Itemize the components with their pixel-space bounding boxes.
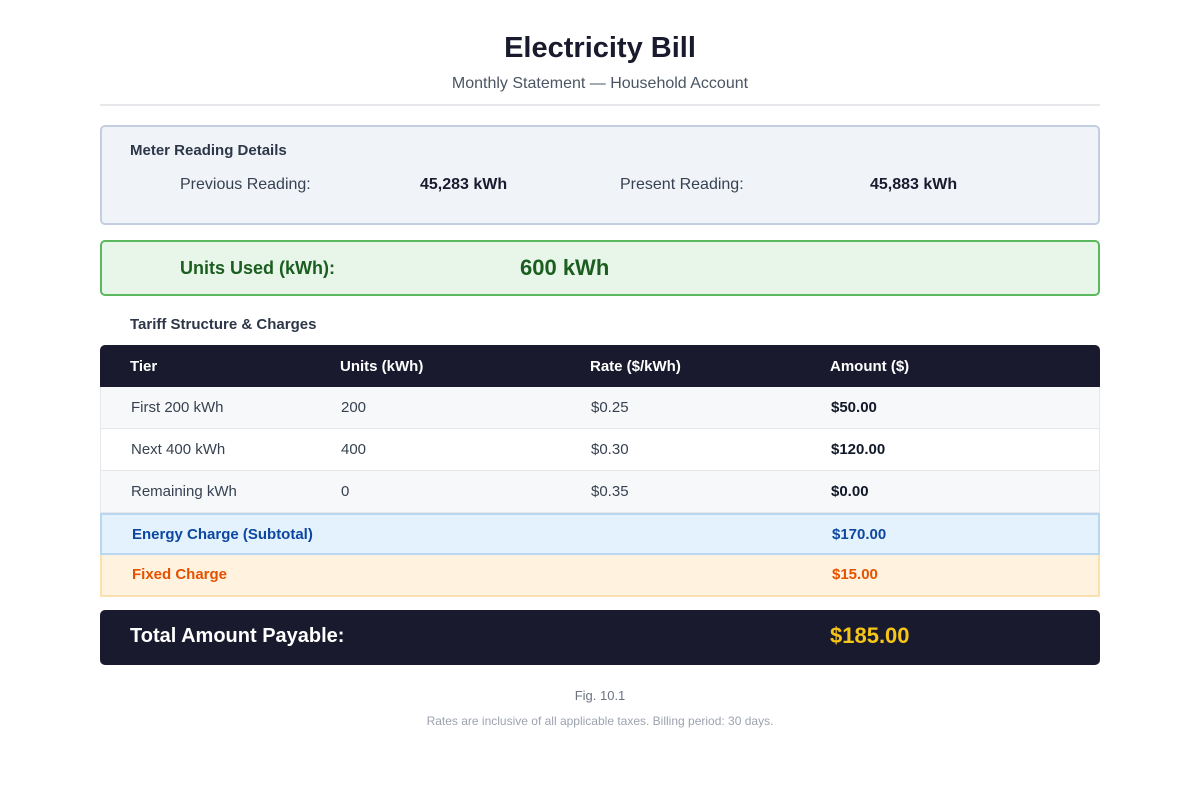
- units-used-value: 600 kWh: [520, 255, 610, 280]
- figure-caption: Fig. 10.1: [574, 688, 626, 703]
- column-header-units: Units (kWh): [340, 358, 424, 375]
- subtotal-row: Energy Charge (Subtotal) $170.00: [100, 513, 1100, 555]
- electricity-bill-page: Electricity Bill Monthly Statement — Hou…: [0, 0, 1200, 800]
- amount-cell: $0.00: [831, 483, 869, 500]
- table-header-row: Tier Units (kWh) Rate ($/kWh) Amount ($): [100, 345, 1100, 387]
- tariff-table: Tier Units (kWh) Rate ($/kWh) Amount ($)…: [100, 345, 1100, 597]
- column-header-rate: Rate ($/kWh): [590, 358, 681, 375]
- total-payable-value: $185.00: [830, 623, 910, 648]
- subtotal-label: Energy Charge (Subtotal): [132, 526, 313, 543]
- present-reading-label: Present Reading:: [620, 176, 744, 193]
- fixed-charge-label: Fixed Charge: [132, 566, 228, 583]
- footnote: Rates are inclusive of all applicable ta…: [426, 714, 774, 728]
- units-used-panel: Units Used (kWh): 600 kWh: [100, 240, 1100, 296]
- header-divider: [100, 104, 1100, 106]
- column-header-amount: Amount ($): [830, 358, 910, 375]
- fixed-charge-row: Fixed Charge $15.00: [100, 555, 1100, 597]
- page-subtitle: Monthly Statement — Household Account: [451, 75, 749, 92]
- amount-cell: $50.00: [831, 399, 877, 416]
- tier-cell: Next 400 kWh: [131, 441, 226, 458]
- total-payable-panel: Total Amount Payable: $185.00: [100, 610, 1100, 665]
- table-row: First 200 kWh 200 $0.25 $50.00: [100, 387, 1100, 429]
- meter-reading-heading: Meter Reading Details: [130, 142, 287, 159]
- units-cell: 200: [341, 399, 367, 416]
- total-payable-label: Total Amount Payable:: [130, 625, 345, 647]
- tariff-heading: Tariff Structure & Charges: [130, 316, 317, 333]
- tier-cell: Remaining kWh: [131, 483, 237, 500]
- present-reading-value: 45,883 kWh: [870, 176, 958, 193]
- rate-cell: $0.30: [591, 441, 629, 458]
- column-header-tier: Tier: [130, 358, 158, 375]
- amount-cell: $120.00: [831, 441, 886, 458]
- meter-reading-panel: Meter Reading Details Previous Reading: …: [100, 125, 1100, 225]
- fixed-charge-amount: $15.00: [832, 566, 878, 583]
- table-row: Remaining kWh 0 $0.35 $0.00: [100, 471, 1100, 513]
- units-used-label: Units Used (kWh):: [180, 258, 335, 278]
- previous-reading-value: 45,283 kWh: [420, 176, 508, 193]
- rate-cell: $0.25: [591, 399, 629, 416]
- rate-cell: $0.35: [591, 483, 629, 500]
- units-cell: 400: [341, 441, 367, 458]
- subtotal-amount: $170.00: [832, 526, 887, 543]
- tier-cell: First 200 kWh: [131, 399, 224, 416]
- page-title: Electricity Bill: [504, 32, 696, 64]
- previous-reading-label: Previous Reading:: [180, 176, 311, 193]
- table-row: Next 400 kWh 400 $0.30 $120.00: [100, 429, 1100, 471]
- units-cell: 0: [341, 483, 350, 500]
